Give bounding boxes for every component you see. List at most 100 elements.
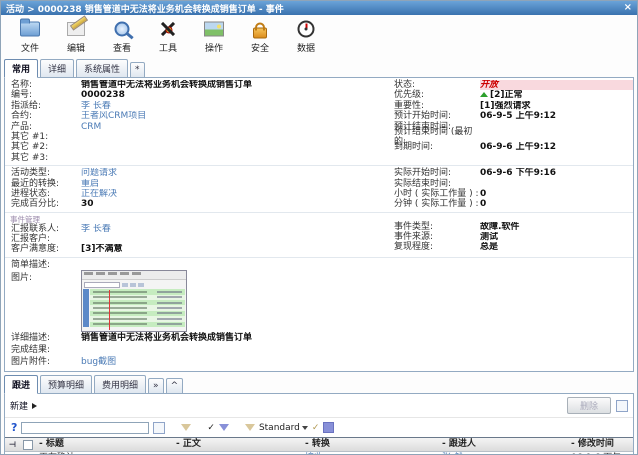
filter-settings-icon[interactable] (323, 422, 334, 433)
grid-filter-row: ? ✓ Standard ✓ (5, 418, 633, 437)
followup-panel: 新建 删除 ? ✓ Standard ✓ ⊣ (4, 393, 634, 455)
report-contact-link[interactable]: 李 长春 (81, 224, 388, 234)
delete-button[interactable]: 删除 (567, 397, 611, 414)
satisfaction-value: [3]不满意 (81, 244, 388, 254)
tab-followup[interactable]: 跟进 (4, 375, 38, 394)
priority-up-icon (480, 92, 488, 97)
tab-budget-detail[interactable]: 预算明细 (40, 375, 92, 394)
file-menu-label: 文件 (7, 41, 53, 54)
status-label: 状态: (388, 80, 480, 90)
tab-detail[interactable]: 详细 (40, 59, 74, 78)
tab-expense-detail[interactable]: 费用明细 (94, 375, 146, 394)
image-attachment-link[interactable]: bug截图 (81, 356, 635, 369)
saved-filter-funnel-icon[interactable] (245, 424, 255, 431)
security-menu-label: 安全 (237, 41, 283, 54)
new-button[interactable]: 新建 (10, 399, 28, 412)
report-contact-label: 汇报联系人: (5, 224, 81, 234)
activity-type-link[interactable]: 问题请求 (81, 168, 388, 178)
filter-funnel-icon[interactable] (181, 424, 191, 431)
gauge-icon (298, 21, 315, 38)
detail-desc-value: 销售管道中无法将业务机会转换成销售订单 (81, 332, 635, 344)
panel-toggle-checkbox[interactable] (616, 400, 628, 412)
view-menu-button[interactable]: 查看 (99, 18, 145, 54)
incident-mgmt-section-title: 事件管理 (5, 215, 388, 224)
image-attachment-label: 图片附件: (5, 356, 81, 369)
percent-complete-label: 完成百分比: (5, 199, 81, 209)
file-menu-button[interactable]: 文件 (7, 18, 53, 54)
reproducibility-value: 总是 (480, 242, 633, 252)
contract-link[interactable]: 王者风CRM项目 (81, 111, 388, 121)
tab-collapse[interactable]: ^ (166, 378, 184, 394)
number-value: 0000238 (81, 90, 388, 100)
percent-complete-value: 30 (81, 199, 388, 209)
report-customer-label: 汇报客户: (5, 234, 81, 244)
other2-label: 其它 #2: (5, 142, 81, 152)
screenshot-thumbnail[interactable] (81, 270, 187, 332)
tab-more[interactable]: » (148, 378, 164, 394)
band-activity: 活动类型:问题请求 最近的转换:重启 进程状态:正在解决 完成百分比:30 实际… (5, 165, 633, 212)
grid-action-row: 新建 删除 (5, 394, 633, 418)
hours-effort-label: 小时 ( 实际工作量 ) : (388, 189, 480, 199)
tools-menu-label: 工具 (145, 41, 191, 54)
bottom-tabbar: 跟进 预算明细 费用明细 » ^ (1, 372, 637, 394)
other1-label: 其它 #1: (5, 132, 81, 142)
window-titlebar: 活动 > 0000238 销售管道中无法将业务机会转换成销售订单 - 事件 × (1, 1, 637, 15)
apply-filter-check-icon[interactable]: ✓ (207, 423, 215, 433)
other3-label: 其它 #3: (5, 153, 81, 163)
menu-toolbar: 文件 编辑 查看 工具 操作 安全 数据 (1, 15, 637, 55)
filter-preset-label: Standard (259, 423, 300, 433)
file-icon (20, 22, 40, 37)
new-menu-arrow-icon[interactable] (32, 403, 37, 409)
tab-system-properties[interactable]: 系统属性 (76, 59, 128, 78)
process-state-link[interactable]: 正在解决 (81, 189, 388, 199)
assignee-link[interactable]: 李 长春 (81, 101, 388, 111)
data-menu-button[interactable]: 数据 (283, 18, 329, 54)
assignee-label: 指派给: (5, 101, 81, 111)
select-all-checkbox[interactable] (23, 440, 33, 450)
col-transition-header[interactable]: - 转换 (302, 438, 439, 451)
tab-asterisk[interactable]: * (130, 62, 145, 78)
table-header-row: ⊣ - 标题 - 正文 - 转换 - 跟进人 - 修改时间 (5, 437, 633, 452)
data-menu-label: 数据 (283, 41, 329, 54)
expand-all-icon[interactable]: ⊣ (5, 438, 20, 451)
close-icon[interactable]: × (624, 3, 632, 13)
incident-type-label: 事件类型: (388, 222, 480, 232)
product-label: 产品: (5, 122, 81, 132)
security-menu-button[interactable]: 安全 (237, 18, 283, 54)
planned-start-value: 06-9-5 上午9:12 (480, 111, 633, 121)
filter-preset-dropdown[interactable]: Standard (259, 423, 308, 433)
help-icon[interactable]: ? (11, 421, 17, 434)
due-time-value: 06-9-6 上午9:12 (480, 142, 633, 152)
col-modified-header[interactable]: - 修改时间 (568, 438, 633, 451)
action-menu-button[interactable]: 操作 (191, 18, 237, 54)
name-label: 名称: (5, 80, 81, 90)
filter-input[interactable] (21, 422, 149, 434)
lock-icon (253, 28, 267, 39)
active-filter-funnel-icon[interactable] (219, 424, 229, 431)
last-transition-label: 最近的转换: (5, 179, 81, 189)
product-link[interactable]: CRM (81, 122, 388, 132)
incident-source-value: 测试 (480, 232, 633, 242)
col-title-header[interactable]: - 标题 (36, 438, 173, 451)
hours-effort-value: 0 (480, 189, 633, 199)
filter-checkbox[interactable] (153, 422, 165, 434)
last-transition-link[interactable]: 重启 (81, 179, 388, 189)
main-tabbar: 常用 详细 系统属性 * (1, 55, 637, 78)
edit-menu-button[interactable]: 编辑 (53, 18, 99, 54)
view-menu-label: 查看 (99, 41, 145, 54)
edit-menu-label: 编辑 (53, 41, 99, 54)
band-general: 名称:销售管道中无法将业务机会转换成销售订单 编号:0000238 指派给:李 … (5, 78, 633, 165)
thumbnail-menu-strip (82, 271, 186, 280)
band-description: 简单描述: 图片: 详细 (5, 257, 633, 371)
save-filter-check-icon[interactable]: ✓ (312, 423, 320, 433)
satisfaction-label: 客户满意度: (5, 244, 81, 254)
simple-desc-label: 简单描述: (5, 260, 81, 270)
thumbnail-toolbar-strip (82, 280, 186, 289)
col-body-header[interactable]: - 正文 (173, 438, 302, 451)
priority-value: [2]正常 (490, 90, 523, 100)
col-follower-header[interactable]: - 跟进人 (439, 438, 568, 451)
tools-menu-button[interactable]: 工具 (145, 18, 191, 54)
band-incident: 事件管理 汇报联系人:李 长春 汇报客户: 客户满意度:[3]不满意 事件类型:… (5, 212, 633, 257)
tab-common[interactable]: 常用 (4, 59, 38, 78)
minutes-effort-value: 0 (480, 199, 633, 209)
